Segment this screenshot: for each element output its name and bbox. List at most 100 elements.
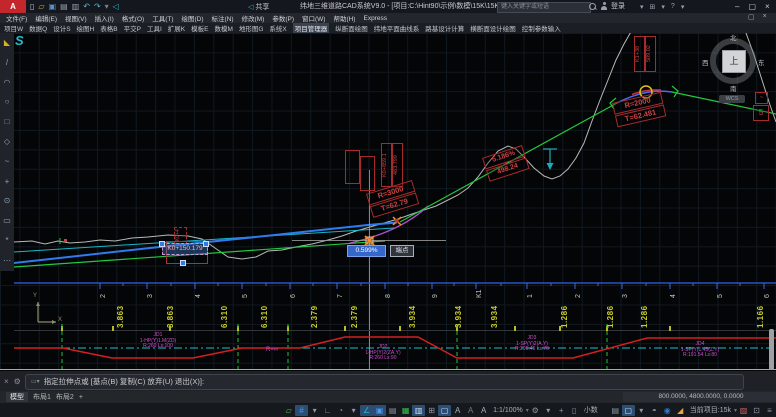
custom-menu-item[interactable]: 控制参数输入 xyxy=(522,23,561,33)
custom-menu-item[interactable]: 项目管理器 xyxy=(293,23,330,33)
custom-menu-item[interactable]: 纵断面绘图 xyxy=(335,23,368,33)
custom-menu-item[interactable]: 地形图G xyxy=(239,23,264,33)
draw-tool-icon[interactable]: * xyxy=(5,231,8,251)
custom-menu-item[interactable]: 横断面设计绘图 xyxy=(470,23,516,33)
status-end-icon[interactable]: ⊡ xyxy=(750,405,763,416)
custom-menu-item[interactable]: 系统X xyxy=(269,23,286,33)
custom-menu-item[interactable]: 绘图H xyxy=(77,23,95,33)
maximize-button[interactable]: ▢ xyxy=(748,2,756,11)
command-close-icon[interactable]: × xyxy=(4,377,9,386)
titlebar-tool-icon[interactable]: ⊞ xyxy=(650,3,656,11)
draw-tool-icon[interactable]: ○ xyxy=(5,92,10,112)
custom-menu-item[interactable]: 扩展K xyxy=(168,23,185,33)
pvi2-station-tag[interactable]: K1+38 xyxy=(634,36,645,72)
menu-item[interactable]: 窗口(W) xyxy=(302,13,325,23)
qat-icon[interactable]: ▱ xyxy=(38,0,44,13)
units-label[interactable]: 小数 xyxy=(584,405,598,415)
qat-icon[interactable]: ↷ xyxy=(94,0,101,13)
login-button[interactable]: 登录 xyxy=(611,0,625,13)
status-tool-icon[interactable]: ⚙ xyxy=(529,405,542,416)
custom-menu-item[interactable]: 模板E xyxy=(191,23,208,33)
menu-item[interactable]: 标注(N) xyxy=(212,13,234,23)
status-toggle-icon[interactable]: ▾ xyxy=(308,405,321,416)
qat-icon[interactable]: ↶ xyxy=(83,0,90,13)
layout-tab[interactable]: + xyxy=(79,394,83,401)
menu-item[interactable]: 插入(I) xyxy=(95,13,114,23)
titlebar-tool-icon[interactable]: ▾ xyxy=(640,3,644,11)
status-toggle-icon[interactable]: ▢ xyxy=(438,405,451,416)
status-toggle-icon[interactable]: # xyxy=(295,405,308,416)
minimize-button[interactable]: – xyxy=(735,2,739,11)
status-toggle-icon[interactable]: A xyxy=(477,405,490,416)
status-toggle-icon[interactable]: ◔ xyxy=(334,405,347,416)
menu-item[interactable]: 文件(F) xyxy=(6,13,27,23)
status-display-icon[interactable]: ◓ xyxy=(648,405,661,416)
custom-menu-item[interactable]: 数据Q xyxy=(29,23,47,33)
status-toggle-icon[interactable]: ▱ xyxy=(282,405,295,416)
mdi-restore-button[interactable]: ▢ xyxy=(748,13,755,21)
menu-item[interactable]: 格式(O) xyxy=(122,13,144,23)
status-end-icon[interactable]: ≡ xyxy=(763,405,776,416)
custom-menu-item[interactable]: 平交P xyxy=(124,23,141,33)
pvi1-station-tag[interactable]: K0+859.1 xyxy=(381,143,392,187)
compass-south[interactable]: 南 xyxy=(730,83,737,93)
layout-tab[interactable]: 模型 xyxy=(6,392,28,402)
status-display-icon[interactable]: ▾ xyxy=(635,405,648,416)
vertical-scrollbar-thumb[interactable] xyxy=(769,329,774,370)
status-display-icon[interactable]: ◉ xyxy=(661,405,674,416)
grip-handle[interactable] xyxy=(159,241,165,247)
search-icon[interactable] xyxy=(589,3,596,10)
draw-tool-icon[interactable]: ◠ xyxy=(4,73,11,93)
status-end-icon[interactable]: ▨ xyxy=(737,405,750,416)
pvi1-elevation-tag[interactable]: 483.799 xyxy=(392,143,403,187)
draw-tool-icon[interactable]: ◣ xyxy=(4,33,10,53)
qat-icon[interactable]: ▥ xyxy=(72,0,80,13)
draw-tool-icon[interactable]: ⊙ xyxy=(4,191,11,211)
status-toggle-icon[interactable]: ▤ xyxy=(386,405,399,416)
layout-tab[interactable]: 布局1 xyxy=(33,392,51,402)
status-toggle-icon[interactable]: ▦ xyxy=(399,405,412,416)
custom-menu-item[interactable]: 设计S xyxy=(53,23,70,33)
status-display-icon[interactable]: ◢ xyxy=(674,405,687,416)
current-project-label[interactable]: 当前项目:15k xyxy=(690,405,731,415)
status-toggle-icon[interactable]: ▾ xyxy=(347,405,360,416)
menu-item[interactable]: 工具(T) xyxy=(152,13,173,23)
account-icon[interactable] xyxy=(601,2,607,10)
share-button[interactable]: ◁ 共享 xyxy=(248,0,269,13)
qat-icon[interactable]: ▯ xyxy=(30,0,34,13)
close-button[interactable]: × xyxy=(765,2,770,11)
custom-menu-item[interactable]: 工具I xyxy=(147,23,162,33)
status-toggle-icon[interactable]: ▣ xyxy=(373,405,386,416)
viewcube-top[interactable]: 上 xyxy=(722,50,746,73)
compass-east[interactable]: 东 xyxy=(758,57,765,67)
command-input[interactable]: ▭▾ 指定拉伸点或 [基点(B) 复制(C) 放弃(U) 退出(X)]: xyxy=(25,374,744,390)
grip-handle[interactable] xyxy=(180,260,186,266)
menu-item[interactable]: 编辑(E) xyxy=(35,13,57,23)
status-toggle-icon[interactable]: ⊞ xyxy=(425,405,438,416)
selected-station-label[interactable]: K0+150.179 xyxy=(162,243,208,255)
status-toggle-icon[interactable]: A xyxy=(464,405,477,416)
command-customize-icon[interactable]: ▭▾ xyxy=(31,378,40,385)
draw-tool-icon[interactable]: ~ xyxy=(5,152,10,172)
menu-item[interactable]: 视图(V) xyxy=(65,13,87,23)
draw-tool-icon[interactable]: □ xyxy=(5,112,10,132)
qat-icon[interactable]: ▣ xyxy=(49,0,57,13)
custom-menu-item[interactable]: 表格B xyxy=(100,23,117,33)
layout-tab[interactable]: 布局2 xyxy=(56,392,74,402)
titlebar-tool-icon[interactable]: ▾ xyxy=(681,3,685,11)
pvi2-elevation-tag[interactable]: 509.02 xyxy=(645,36,656,72)
status-tool-icon[interactable]: ▯ xyxy=(568,405,581,416)
menu-item[interactable]: 修改(M) xyxy=(242,13,265,23)
status-toggle-icon[interactable]: ∟ xyxy=(321,405,334,416)
compass-north[interactable]: 北 xyxy=(730,32,737,42)
status-tool-icon[interactable]: + xyxy=(555,405,568,416)
titlebar-tool-icon[interactable]: ? xyxy=(671,3,675,10)
menu-item[interactable]: 绘图(D) xyxy=(182,13,204,23)
draw-tool-icon[interactable]: ⋯ xyxy=(3,251,11,271)
status-toggle-icon[interactable]: A xyxy=(451,405,464,416)
status-display-icon[interactable]: ▢ xyxy=(622,405,635,416)
custom-menu-item[interactable]: 项目W xyxy=(4,23,23,33)
grip-handle[interactable] xyxy=(203,241,209,247)
view-compass[interactable]: 北 南 西 东 上 xyxy=(709,37,757,85)
custom-menu-item[interactable]: 数模M xyxy=(214,23,232,33)
